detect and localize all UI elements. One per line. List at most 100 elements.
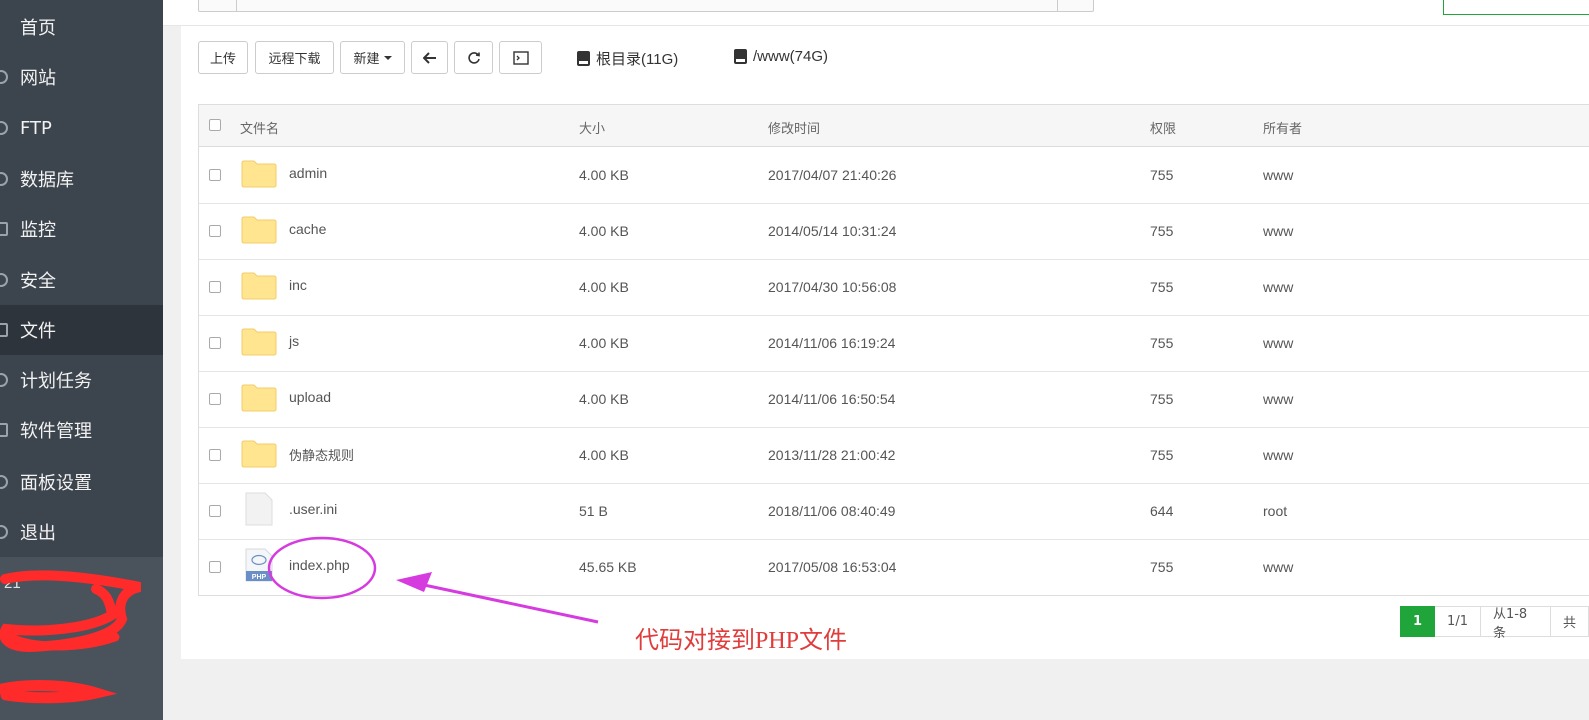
table-row[interactable]: inc 4.00 KB 2017/04/30 10:56:08 755 www	[199, 260, 1589, 316]
path-refresh-button[interactable]	[1057, 0, 1093, 11]
sidebar-item-label: 数据库	[20, 170, 74, 191]
terminal-button[interactable]	[499, 41, 542, 74]
file-name[interactable]: index.php	[289, 557, 350, 573]
file-mtime: 2014/11/06 16:50:54	[768, 391, 896, 407]
column-header-owner[interactable]: 所有者	[1263, 118, 1302, 137]
sidebar-item-label: 网站	[20, 68, 56, 89]
file-name[interactable]: .user.ini	[289, 501, 337, 517]
column-header-perm[interactable]: 权限	[1150, 118, 1176, 137]
file-name[interactable]: cache	[289, 221, 326, 237]
table-row[interactable]: 伪静态规则 4.00 KB 2013/11/28 21:00:42 755 ww…	[199, 428, 1589, 484]
remote-download-button[interactable]: 远程下载	[255, 41, 334, 74]
row-checkbox[interactable]	[209, 169, 221, 181]
sidebar-item-label: 退出	[20, 523, 56, 544]
file-name[interactable]: admin	[289, 165, 327, 181]
disk-www[interactable]: /www(74G)	[734, 48, 828, 65]
file-size: 4.00 KB	[579, 279, 629, 295]
row-checkbox[interactable]	[209, 561, 221, 573]
sidebar-item-software[interactable]: 软件管理	[0, 405, 163, 455]
select-all-checkbox[interactable]	[209, 119, 221, 131]
sidebar-item-database[interactable]: 数据库	[0, 154, 163, 204]
sidebar-item-home[interactable]: 首页	[0, 2, 163, 52]
sidebar: 首页 网站 FTP 数据库 监控 安全 文件 计划任务 软件管理 面板设置 退出	[0, 0, 163, 720]
sidebar-item-website[interactable]: 网站	[0, 52, 163, 102]
file-name[interactable]: 伪静态规则	[289, 445, 354, 464]
file-owner: www	[1263, 167, 1294, 183]
remote-download-label: 远程下载	[268, 52, 321, 67]
row-checkbox[interactable]	[209, 225, 221, 237]
table-row[interactable]: .user.ini 51 B 2018/11/06 08:40:49 644 r…	[199, 484, 1589, 540]
sidebar-item-settings[interactable]: 面板设置	[0, 457, 163, 507]
sidebar-item-monitor[interactable]: 监控	[0, 204, 163, 254]
disk-root[interactable]: 根目录(11G)	[577, 48, 678, 69]
sidebar-item-label: 文件	[20, 321, 56, 342]
sidebar-item-label: 监控	[20, 220, 56, 241]
file-owner: www	[1263, 447, 1294, 463]
file-table: 文件名 大小 修改时间 权限 所有者 admin 4.00 KB 2017/04…	[198, 104, 1589, 596]
table-row[interactable]: cache 4.00 KB 2014/05/14 10:31:24 755 ww…	[199, 204, 1589, 260]
file-owner: www	[1263, 335, 1294, 351]
file-owner: root	[1263, 503, 1288, 519]
table-row[interactable]: upload 4.00 KB 2014/11/06 16:50:54 755 w…	[199, 372, 1589, 428]
row-checkbox[interactable]	[209, 281, 221, 293]
file-perm[interactable]: 755	[1150, 167, 1173, 183]
file-perm[interactable]: 644	[1150, 503, 1173, 519]
sidebar-item-label: 软件管理	[20, 421, 92, 442]
php-file-icon: PHP	[245, 548, 273, 582]
row-checkbox[interactable]	[209, 505, 221, 517]
redaction-scribble	[0, 570, 142, 704]
row-checkbox[interactable]	[209, 337, 221, 349]
file-size: 4.00 KB	[579, 167, 629, 183]
file-mtime: 2017/04/30 10:56:08	[768, 279, 897, 295]
chevron-down-icon	[383, 55, 392, 60]
table-row[interactable]: PHP index.php 45.65 KB 2017/05/08 16:53:…	[199, 540, 1589, 596]
sidebar-item-label: 安全	[20, 271, 56, 292]
folder-icon	[0, 323, 8, 337]
file-mtime: 2017/05/08 16:53:04	[768, 559, 897, 575]
sidebar-item-security[interactable]: 安全	[0, 255, 163, 305]
ftp-icon	[0, 121, 8, 135]
file-mtime: 2017/04/07 21:40:26	[768, 167, 897, 183]
search-input[interactable]	[1443, 0, 1589, 15]
path-bar	[163, 0, 1589, 26]
row-checkbox[interactable]	[209, 449, 221, 461]
sidebar-item-logout[interactable]: 退出	[0, 507, 163, 557]
file-name[interactable]: js	[289, 333, 299, 349]
file-name[interactable]: inc	[289, 277, 307, 293]
file-owner: www	[1263, 223, 1294, 239]
new-dropdown-button[interactable]: 新建	[340, 41, 405, 74]
file-perm[interactable]: 755	[1150, 559, 1173, 575]
column-header-mtime[interactable]: 修改时间	[768, 118, 820, 137]
breadcrumb[interactable]	[198, 0, 1094, 12]
file-perm[interactable]: 755	[1150, 223, 1173, 239]
file-perm[interactable]: 755	[1150, 279, 1173, 295]
file-mtime: 2018/11/06 08:40:49	[768, 503, 896, 519]
column-header-name[interactable]: 文件名	[240, 118, 279, 137]
page-current[interactable]: 1	[1400, 606, 1436, 637]
file-name[interactable]: upload	[289, 389, 331, 405]
svg-text:PHP: PHP	[252, 574, 267, 581]
sidebar-item-files[interactable]: 文件	[0, 305, 163, 355]
folder-icon	[241, 272, 277, 300]
file-perm[interactable]: 755	[1150, 335, 1173, 351]
file-perm[interactable]: 755	[1150, 391, 1173, 407]
file-perm[interactable]: 755	[1150, 447, 1173, 463]
upload-button[interactable]: 上传	[198, 41, 248, 74]
pagination: 1 1/1 从1-8条 共	[1400, 606, 1589, 641]
new-button-label: 新建	[353, 52, 380, 67]
sidebar-item-label: 面板设置	[20, 473, 92, 494]
path-back-button[interactable]	[199, 0, 237, 11]
folder-icon	[241, 216, 277, 244]
sidebar-item-label: 首页	[20, 18, 56, 39]
sidebar-item-cron[interactable]: 计划任务	[0, 355, 163, 405]
disk-icon	[577, 51, 590, 66]
table-row[interactable]: js 4.00 KB 2014/11/06 16:19:24 755 www	[199, 316, 1589, 372]
table-row[interactable]: admin 4.00 KB 2017/04/07 21:40:26 755 ww…	[199, 148, 1589, 204]
back-button[interactable]	[411, 41, 448, 74]
grid-icon	[0, 423, 8, 437]
sidebar-item-ftp[interactable]: FTP	[0, 103, 163, 153]
refresh-button[interactable]	[454, 41, 493, 74]
column-header-size[interactable]: 大小	[579, 118, 605, 137]
terminal-icon	[512, 50, 529, 65]
row-checkbox[interactable]	[209, 393, 221, 405]
